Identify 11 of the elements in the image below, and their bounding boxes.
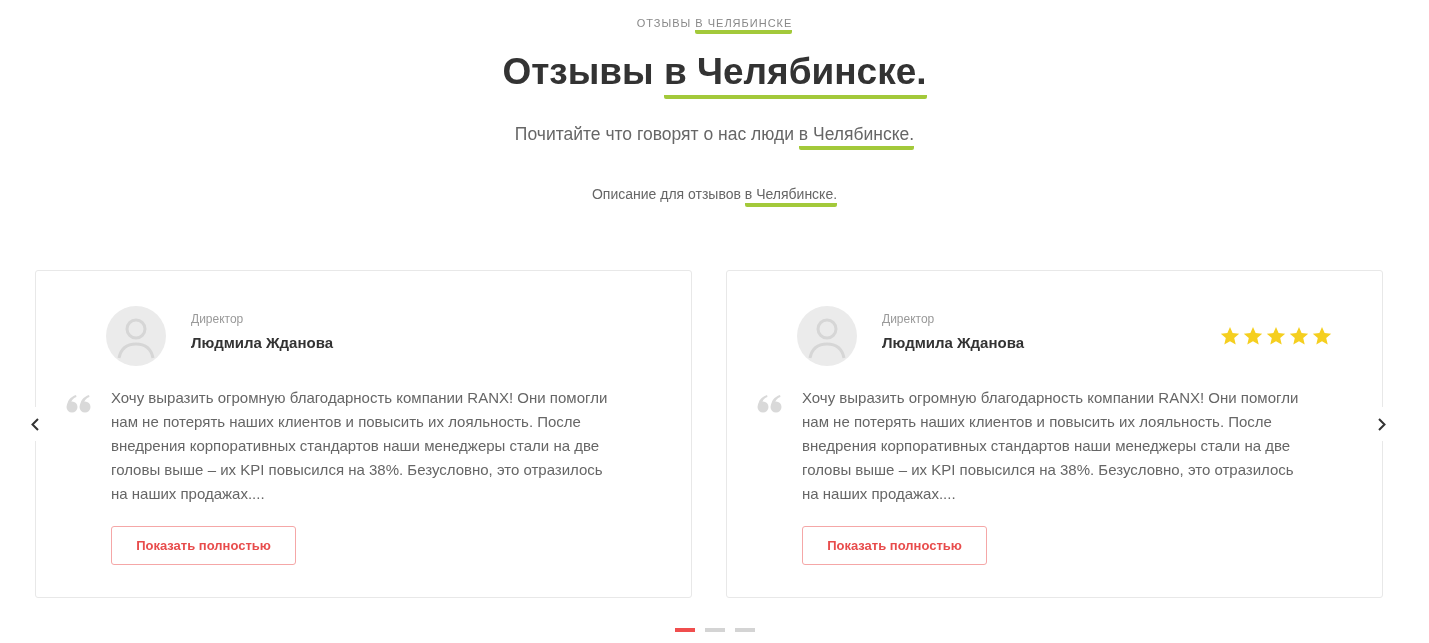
show-full-button[interactable]: Показать полностью (802, 526, 987, 565)
author-role: Директор (191, 311, 245, 326)
author-name: Людмила Жданова (882, 333, 1026, 351)
show-full-button[interactable]: Показать полностью (111, 526, 296, 565)
review-text: Хочу выразить огромную благодарность компании RANX! Они помогли нам не потерять наших клиентов и повысить их лояльность. После внедрения корпоративных стандартов наши менеджеры стали на две головы выше – их KPI повысился на 38%. Безусловно, это отразилось на наших продажах.... (802, 388, 1300, 504)
section-eyebrow: ОТЗЫВЫ В ЧЕЛЯБИНСКЕ (636, 17, 793, 34)
section-subtitle: Почитайте что говорят о нас люди в Челябинске. (514, 124, 915, 150)
review-text: Хочу выразить огромную благодарность компании RANX! Они помогли нам не потерять наших клиентов и повысить их лояльность. После внедрения корпоративных стандартов наши менеджеры стали на две головы выше – их KPI повысился на 38%. Безусловно, это отразилось на наших продажах.... (111, 388, 609, 504)
author-name: Людмила Жданова (191, 333, 335, 351)
section-description: Описание для отзывов в Челябинске. (591, 186, 838, 207)
author-role: Директор (882, 311, 936, 326)
